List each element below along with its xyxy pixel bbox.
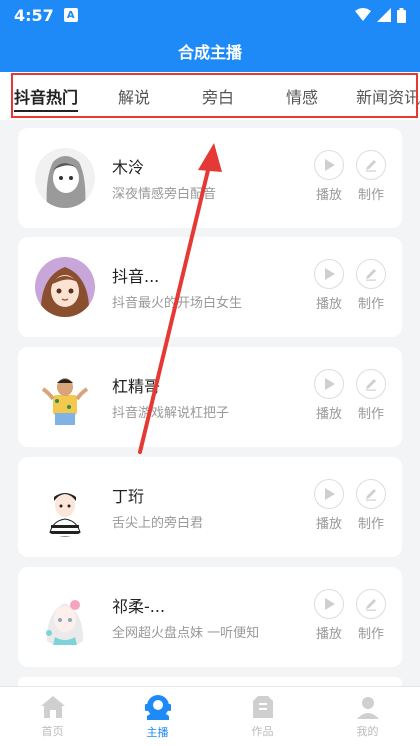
tab-label: 新闻资讯 xyxy=(356,88,420,107)
make-label: 制作 xyxy=(357,517,384,532)
nav-label: 我的 xyxy=(356,724,379,738)
play-label: 播放 xyxy=(315,297,342,312)
nav-label: 首页 xyxy=(41,724,64,738)
page-title: 合成主播 xyxy=(0,30,420,72)
tab-label: 情感 xyxy=(286,88,319,107)
anchor-name: 抖音... xyxy=(112,267,160,286)
play-button[interactable]: 播放 xyxy=(312,259,346,312)
nav-home[interactable]: 首页 xyxy=(0,687,105,746)
edit-icon xyxy=(366,489,376,501)
avatar xyxy=(35,257,95,317)
nav-works[interactable]: 作品 xyxy=(210,687,315,746)
list-item[interactable]: 丁珩 舌尖上的旁白君 播放 制作 xyxy=(18,457,402,557)
anchor-name: 丁珩 xyxy=(112,487,145,506)
status-time: 4:57 xyxy=(14,5,54,25)
make-label: 制作 xyxy=(357,297,384,312)
make-label: 制作 xyxy=(357,627,384,642)
nav-mine[interactable]: 我的 xyxy=(315,687,420,746)
tab-label: 旁白 xyxy=(202,88,235,107)
tab-commentary[interactable]: 解说 xyxy=(118,72,150,120)
list-item[interactable]: 抖音... 抖音最火的开场白女生 播放 制作 xyxy=(18,237,402,337)
anchor-description: 抖音游戏解说杠把子 xyxy=(112,406,230,421)
play-icon xyxy=(325,159,335,171)
tab-news[interactable]: 新闻资讯 xyxy=(356,72,420,120)
category-tabs: 抖音热门 解说 旁白 情感 新闻资讯 xyxy=(0,72,420,120)
avatar xyxy=(35,477,95,537)
play-button[interactable]: 播放 xyxy=(312,150,346,203)
headset-icon xyxy=(144,694,171,720)
status-icons xyxy=(355,7,406,23)
play-button[interactable]: 播放 xyxy=(312,479,346,532)
edit-icon xyxy=(366,269,376,281)
play-icon xyxy=(325,488,335,500)
anchor-description: 全网超火盘点妹 一听便知 xyxy=(112,626,260,641)
list-item[interactable]: 祁柔-... 全网超火盘点妹 一听便知 播放 制作 xyxy=(18,567,402,667)
bottom-nav: 首页 主播 作品 我的 xyxy=(0,686,420,746)
user-icon xyxy=(356,696,379,719)
tab-label: 解说 xyxy=(118,88,151,107)
list-item[interactable]: 木泠 深夜情感旁白配音 播放 制作 xyxy=(18,128,402,228)
play-label: 播放 xyxy=(315,407,342,422)
edit-icon xyxy=(366,599,376,611)
edit-icon xyxy=(366,379,376,391)
anchor-description: 深夜情感旁白配音 xyxy=(112,187,217,202)
avatar xyxy=(35,367,95,427)
play-label: 播放 xyxy=(315,627,342,642)
nav-anchor[interactable]: 主播 xyxy=(105,687,210,746)
avatar xyxy=(35,148,95,208)
tab-label: 抖音热门 xyxy=(14,88,79,107)
nav-label: 主播 xyxy=(146,725,169,739)
make-label: 制作 xyxy=(357,188,384,203)
make-button[interactable]: 制作 xyxy=(354,369,388,422)
tab-douyin-hot[interactable]: 抖音热门 xyxy=(14,72,79,120)
make-label: 制作 xyxy=(357,407,384,422)
play-button[interactable]: 播放 xyxy=(312,369,346,422)
signal-icon xyxy=(377,8,391,22)
works-icon xyxy=(252,695,273,718)
edit-icon xyxy=(366,160,376,172)
anchor-description: 舌尖上的旁白君 xyxy=(112,516,204,531)
list-item[interactable]: 杠精哥 抖音游戏解说杠把子 播放 制作 xyxy=(18,347,402,447)
battery-icon xyxy=(397,7,406,23)
play-label: 播放 xyxy=(315,188,342,203)
anchor-name: 祁柔-... xyxy=(112,597,166,616)
play-icon xyxy=(325,598,335,610)
make-button[interactable]: 制作 xyxy=(354,589,388,642)
make-button[interactable]: 制作 xyxy=(354,479,388,532)
make-button[interactable]: 制作 xyxy=(354,150,388,203)
tab-emotion[interactable]: 情感 xyxy=(286,72,318,120)
play-icon xyxy=(325,268,335,280)
play-icon xyxy=(325,378,335,390)
wifi-icon xyxy=(355,8,371,21)
anchor-name: 杠精哥 xyxy=(112,377,161,396)
tab-narration[interactable]: 旁白 xyxy=(202,72,234,120)
home-icon xyxy=(40,695,65,718)
anchor-name: 木泠 xyxy=(112,158,145,177)
nav-label: 作品 xyxy=(251,724,274,738)
play-label: 播放 xyxy=(315,517,342,532)
avatar xyxy=(35,587,95,647)
status-bar: 4:57 A xyxy=(0,0,420,30)
make-button[interactable]: 制作 xyxy=(354,259,388,312)
play-button[interactable]: 播放 xyxy=(312,589,346,642)
notification-icon: A xyxy=(63,8,78,22)
anchor-description: 抖音最火的开场白女生 xyxy=(112,296,243,311)
